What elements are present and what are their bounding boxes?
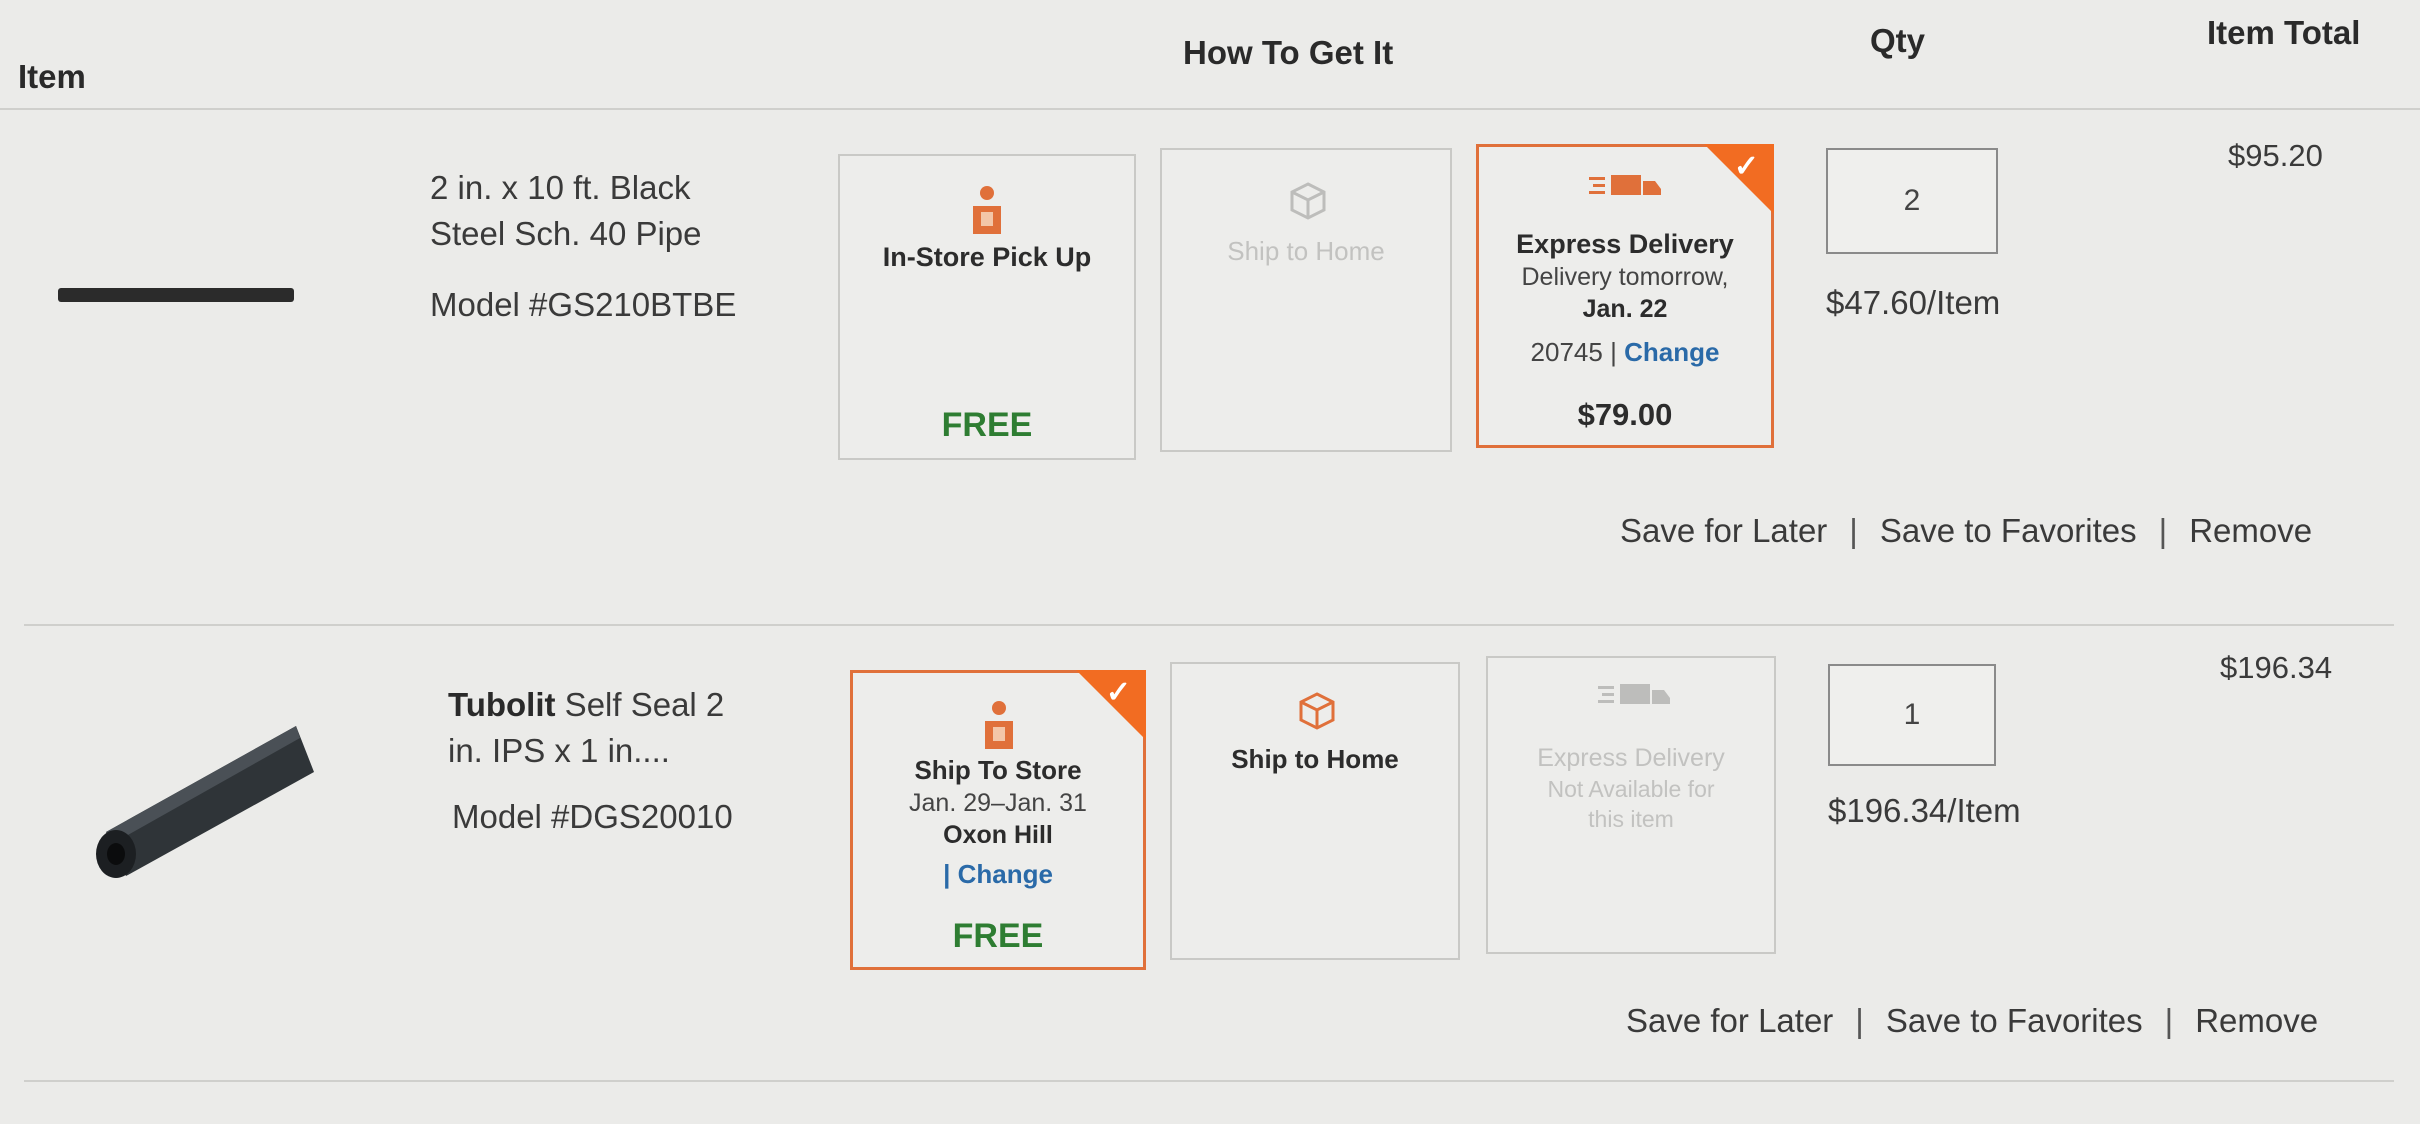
change-store-link[interactable]: | Change <box>853 859 1143 890</box>
fulfillment-option-ship-to-home[interactable]: Ship to Home <box>1170 662 1460 960</box>
column-header-qty: Qty <box>1870 22 1926 59</box>
option-title: Express Delivery <box>1516 229 1734 259</box>
option-title: Ship to Home <box>1227 236 1385 266</box>
column-header-item: Item <box>18 58 86 95</box>
save-for-later-link[interactable]: Save for Later <box>1620 512 1827 549</box>
option-price-free: FREE <box>941 406 1033 444</box>
item-actions: Save for Later | Save to Favorites | Remove <box>1626 1002 2318 1040</box>
zip-code: 20745 <box>1530 337 1603 367</box>
product-image-pipe-insulation[interactable] <box>88 712 328 882</box>
check-icon: ✓ <box>1105 676 1131 709</box>
option-title: Express Delivery <box>1537 744 1725 772</box>
option-price-free: FREE <box>952 917 1044 955</box>
quantity-input[interactable]: 2 <box>1826 148 1998 254</box>
zip-change-line: 20745 | Change <box>1479 337 1771 368</box>
quantity-input[interactable]: 1 <box>1828 664 1996 766</box>
option-title: In-Store Pick Up <box>882 242 1092 272</box>
model-number: Model #DGS20010 <box>452 798 733 835</box>
product-brand: Tubolit <box>448 686 556 723</box>
product-name[interactable]: 2 in. x 10 ft. Black Steel Sch. 40 Pipe <box>430 165 770 257</box>
option-title: Ship To Store <box>914 755 1082 785</box>
row-divider <box>24 624 2394 626</box>
product-name[interactable]: Tubolit Self Seal 2 in. IPS x 1 in.... <box>448 682 768 774</box>
save-to-favorites-link[interactable]: Save to Favorites <box>1886 1002 2143 1039</box>
fulfillment-option-in-store-pickup[interactable]: In-Store Pick Up FREE <box>838 154 1136 460</box>
save-for-later-link[interactable]: Save for Later <box>1626 1002 1833 1039</box>
item-total: $95.20 <box>2228 138 2323 173</box>
fulfillment-option-ship-to-home[interactable]: Ship to Home <box>1160 148 1452 452</box>
check-icon: ✓ <box>1733 150 1759 183</box>
truck-icon <box>1589 175 1661 195</box>
option-title: Ship to Home <box>1231 744 1399 774</box>
fulfillment-option-ship-to-store[interactable]: ✓ Ship To Store Jan. 29–Jan. 31 Oxon Hil… <box>850 670 1146 970</box>
separator: | <box>1610 337 1617 367</box>
separator: | <box>1855 1002 1864 1039</box>
store-pickup-icon <box>973 186 1001 234</box>
store-pickup-icon <box>985 701 1013 749</box>
remove-link[interactable]: Remove <box>2189 512 2312 549</box>
column-header-how-to-get-it: How To Get It <box>1183 34 1394 71</box>
fulfillment-option-express-delivery: Express Delivery Not Available for this … <box>1486 656 1776 954</box>
product-image-black-pipe[interactable] <box>58 288 294 302</box>
fulfillment-option-express-delivery[interactable]: ✓ Express Delivery Delivery tomorrow, Ja… <box>1476 144 1774 448</box>
delivery-date-line: Delivery tomorrow, <box>1521 263 1729 291</box>
item-total: $196.34 <box>2220 650 2333 685</box>
column-header-item-total: Item Total <box>2207 14 2361 51</box>
box-icon <box>1290 182 1326 220</box>
model-number: Model #GS210BTBE <box>430 286 737 323</box>
store-location: Oxon Hill <box>943 821 1053 849</box>
row-divider <box>24 1080 2394 1082</box>
separator: | <box>2164 1002 2174 1039</box>
change-zip-link[interactable]: Change <box>1624 337 1719 367</box>
separator: | <box>2158 512 2168 549</box>
unavailable-note-2: this item <box>1588 806 1674 832</box>
header-divider <box>0 108 2420 110</box>
remove-link[interactable]: Remove <box>2195 1002 2318 1039</box>
delivery-date: Jan. 22 <box>1582 295 1668 323</box>
save-to-favorites-link[interactable]: Save to Favorites <box>1880 512 2137 549</box>
unit-price: $196.34/Item <box>1828 792 2021 829</box>
truck-icon <box>1598 684 1670 704</box>
box-icon <box>1299 692 1335 730</box>
separator: | <box>1849 512 1858 549</box>
option-price: $79.00 <box>1577 397 1673 432</box>
delivery-dates: Jan. 29–Jan. 31 <box>909 789 1087 817</box>
item-actions: Save for Later | Save to Favorites | Remove <box>1620 512 2312 550</box>
unavailable-note: Not Available for <box>1547 776 1715 802</box>
unit-price: $47.60/Item <box>1826 284 2001 321</box>
